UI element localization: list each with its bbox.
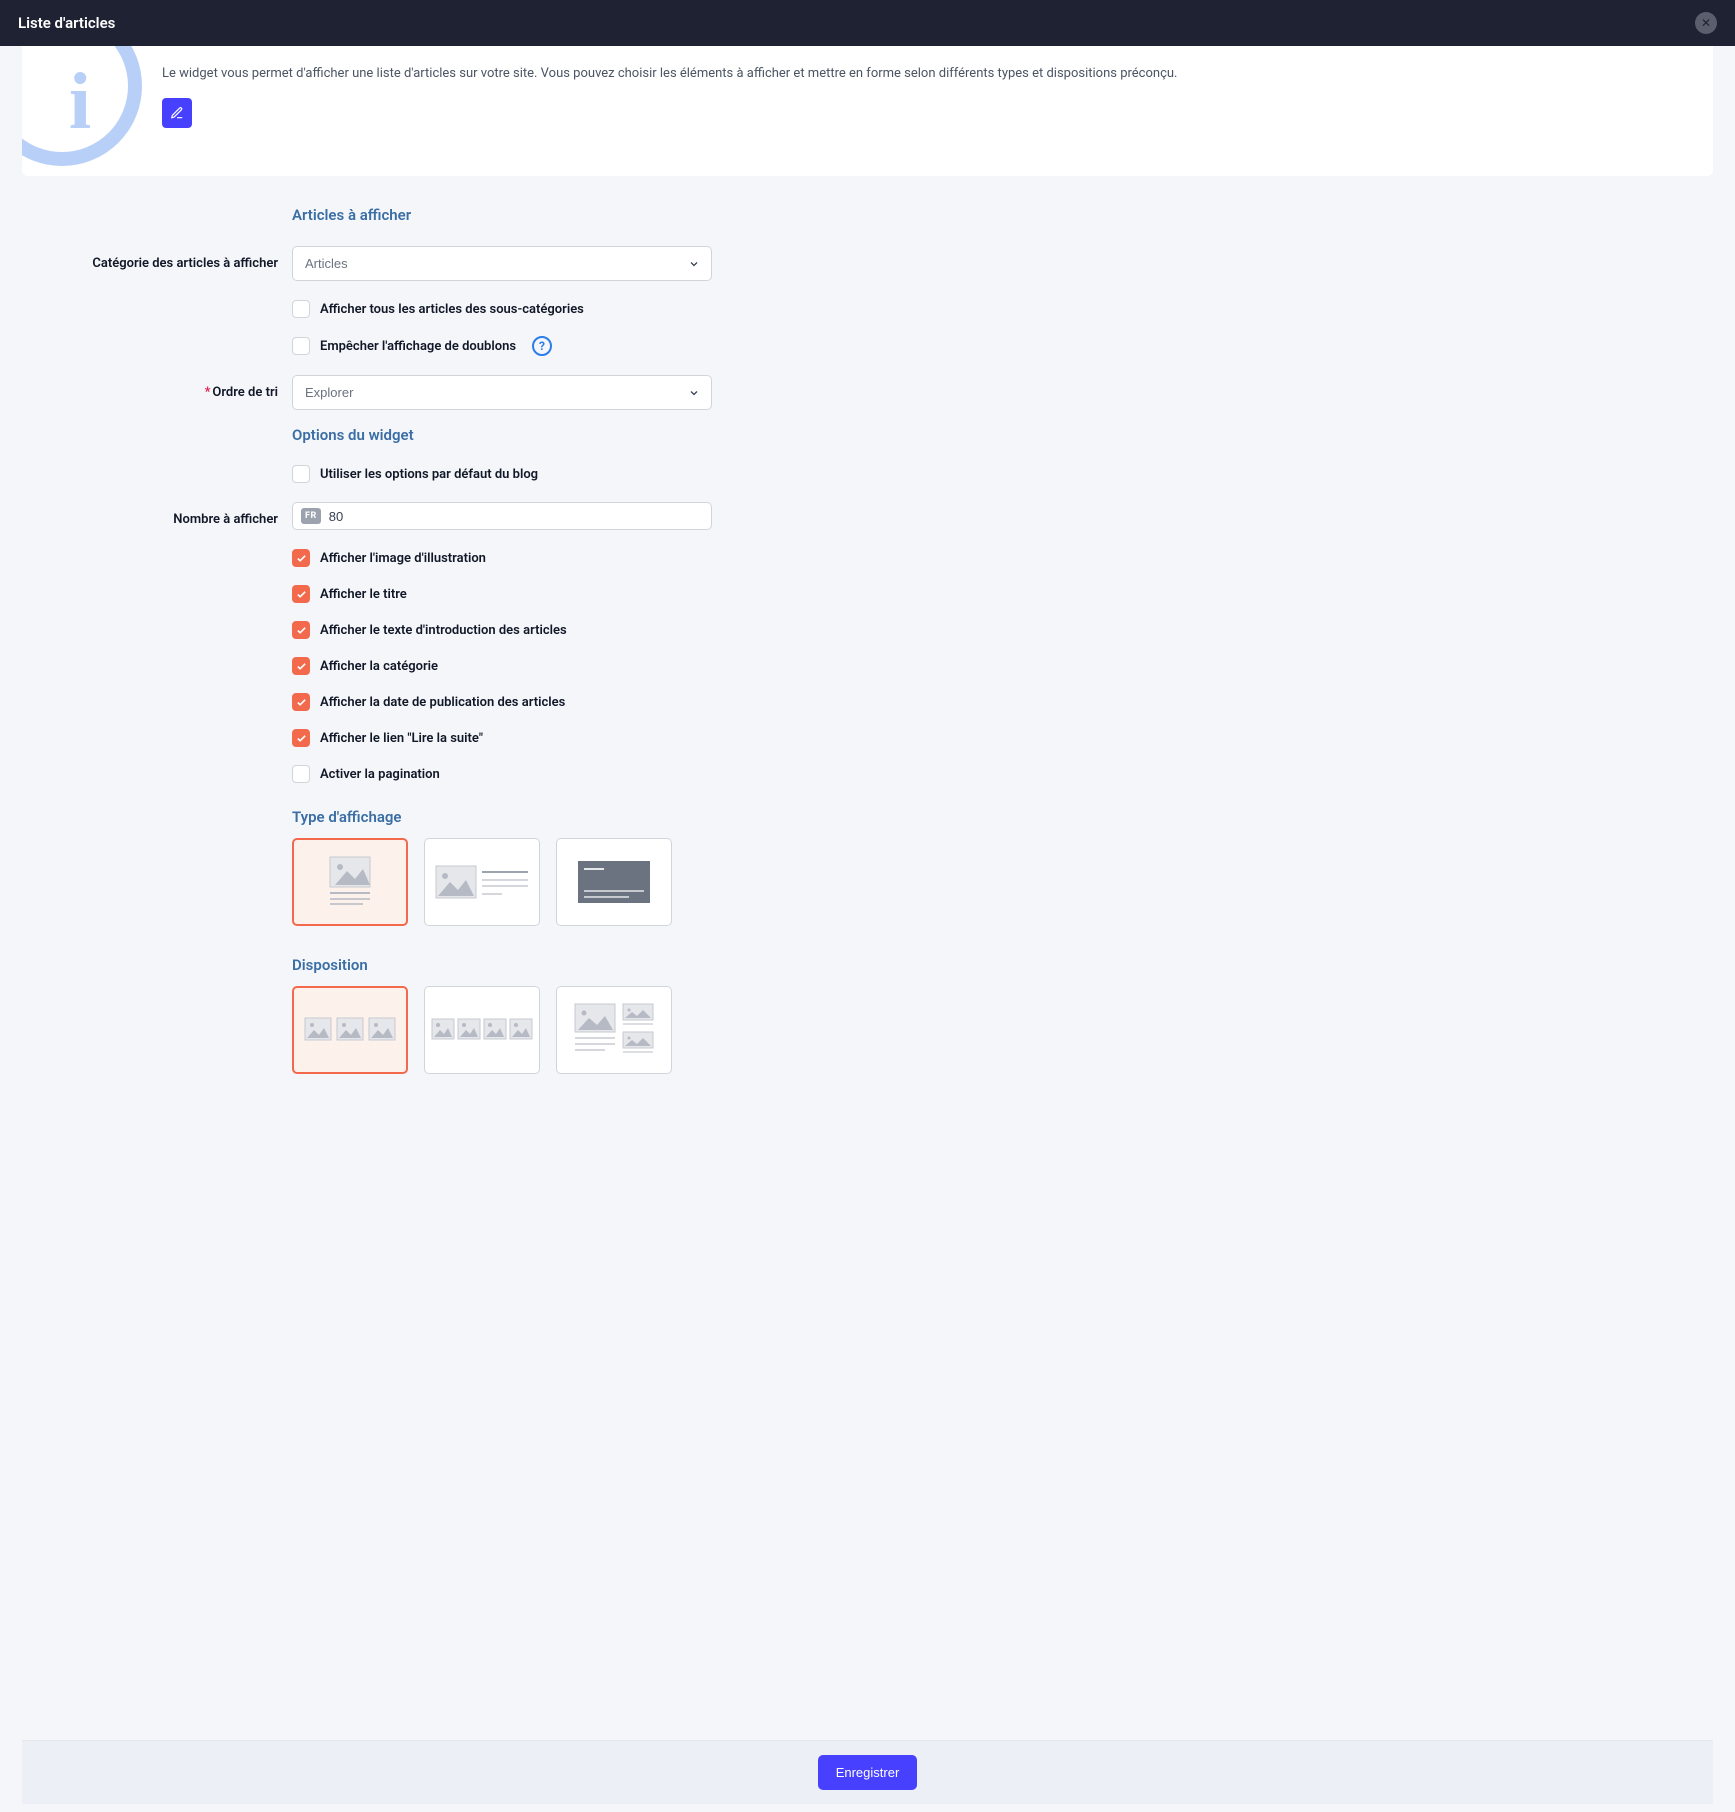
checkbox-sub-categories[interactable] xyxy=(292,300,310,318)
sort-select[interactable] xyxy=(292,375,712,410)
edit-icon xyxy=(170,106,184,120)
label-show-image: Afficher l'image d'illustration xyxy=(320,551,486,566)
modal-title: Liste d'articles xyxy=(18,14,115,32)
label-default-options: Utiliser les options par défaut du blog xyxy=(320,467,538,482)
disposition-featured[interactable] xyxy=(556,986,672,1074)
checkbox-show-image[interactable] xyxy=(292,549,310,567)
checkbox-default-options[interactable] xyxy=(292,465,310,483)
disposition-grid-4[interactable] xyxy=(424,986,540,1074)
count-input-wrap[interactable]: FR xyxy=(292,502,712,530)
checkbox-show-date[interactable] xyxy=(292,693,310,711)
checkbox-show-readmore[interactable] xyxy=(292,729,310,747)
label-count: Nombre à afficher xyxy=(22,502,292,530)
checkbox-show-category[interactable] xyxy=(292,657,310,675)
label-no-duplicates: Empêcher l'affichage de doublons xyxy=(320,339,516,354)
category-value[interactable] xyxy=(292,246,712,281)
modal-container: Liste d'articles ✕ i Le widget vous perm… xyxy=(0,0,1735,1812)
checkbox-pagination[interactable] xyxy=(292,765,310,783)
section-articles-heading: Articles à afficher xyxy=(292,206,712,224)
label-show-category: Afficher la catégorie xyxy=(320,659,438,674)
label-sub-categories: Afficher tous les articles des sous-caté… xyxy=(320,302,584,317)
checkbox-show-intro[interactable] xyxy=(292,621,310,639)
category-select[interactable] xyxy=(292,246,712,281)
section-display-type-heading: Type d'affichage xyxy=(292,808,672,826)
info-card: i Le widget vous permet d'afficher une l… xyxy=(22,46,1713,176)
display-type-overlay[interactable] xyxy=(556,838,672,926)
display-type-list[interactable] xyxy=(424,838,540,926)
disposition-tiles xyxy=(292,986,672,1074)
count-input[interactable] xyxy=(329,509,703,524)
save-button[interactable]: Enregistrer xyxy=(818,1755,918,1790)
display-type-card[interactable] xyxy=(292,838,408,926)
footer-bar: Enregistrer xyxy=(22,1740,1713,1804)
label-show-intro: Afficher le texte d'introduction des art… xyxy=(320,623,567,638)
lang-badge: FR xyxy=(301,508,321,524)
label-show-readmore: Afficher le lien "Lire la suite" xyxy=(320,731,483,746)
label-show-title: Afficher le titre xyxy=(320,587,407,602)
label-category: Catégorie des articles à afficher xyxy=(22,246,292,281)
info-icon: i xyxy=(22,46,142,166)
edit-info-button[interactable] xyxy=(162,98,192,128)
section-options-heading: Options du widget xyxy=(292,426,712,444)
close-button[interactable]: ✕ xyxy=(1695,12,1717,34)
close-icon: ✕ xyxy=(1701,16,1711,30)
help-icon[interactable]: ? xyxy=(532,336,552,356)
form-area: Articles à afficher Catégorie des articl… xyxy=(0,176,1735,1718)
checkbox-show-title[interactable] xyxy=(292,585,310,603)
section-disposition-heading: Disposition xyxy=(292,956,672,974)
label-pagination: Activer la pagination xyxy=(320,767,440,782)
display-type-tiles xyxy=(292,838,672,926)
sort-value[interactable] xyxy=(292,375,712,410)
info-text: Le widget vous permet d'afficher une lis… xyxy=(162,64,1689,84)
label-show-date: Afficher la date de publication des arti… xyxy=(320,695,565,710)
modal-header: Liste d'articles ✕ xyxy=(0,0,1735,46)
checkbox-no-duplicates[interactable] xyxy=(292,337,310,355)
label-sort-order: *Ordre de tri xyxy=(22,375,292,410)
disposition-grid-3[interactable] xyxy=(292,986,408,1074)
